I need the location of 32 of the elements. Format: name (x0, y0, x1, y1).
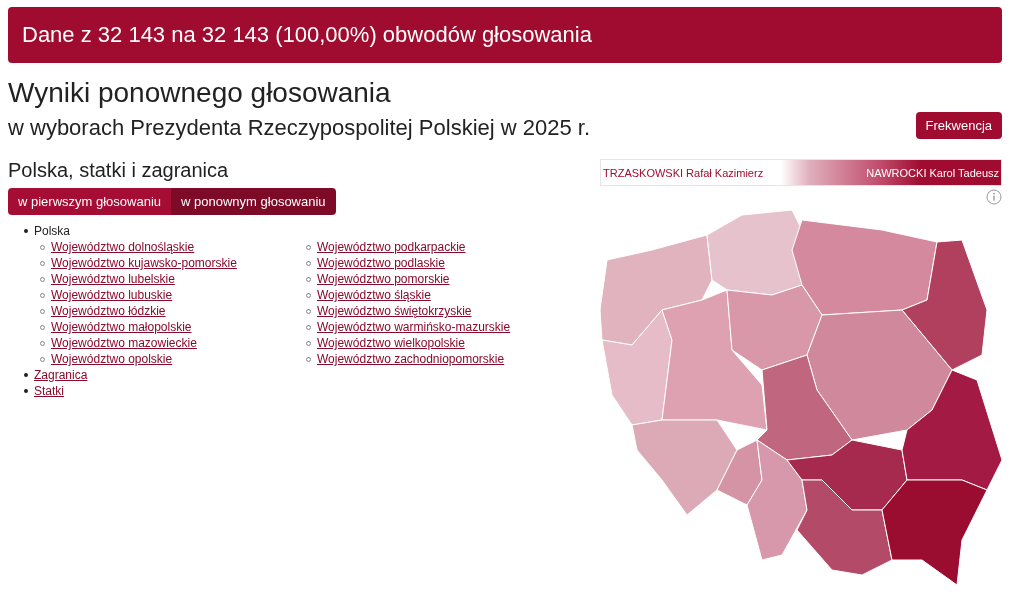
tab[interactable]: w ponownym głosowaniu (171, 188, 336, 215)
section-title: Polska, statki i zagranica (8, 159, 230, 182)
link[interactable]: Województwo opolskie (51, 351, 173, 367)
link[interactable]: Województwo podkarpackie (317, 239, 466, 255)
link[interactable]: Województwo śląskie (317, 287, 431, 303)
link[interactable]: Województwo kujawsko-pomorskie (51, 255, 237, 271)
status-banner: Dane z 32 143 na 32 143 (100,00%) obwodów głosowania (8, 7, 1002, 63)
link[interactable]: Województwo wielkopolskie (317, 335, 465, 351)
info-icon[interactable] (986, 189, 1002, 205)
bullet-icon (24, 373, 28, 377)
link[interactable]: Województwo świętokrzyskie (317, 303, 472, 319)
legend-label: TRZASKOWSKI Rafał Kazimierz (603, 166, 764, 179)
link[interactable]: Województwo lubelskie (51, 271, 175, 287)
link[interactable]: Województwo mazowieckie (51, 335, 197, 351)
link[interactable]: Zagranica (34, 367, 88, 383)
link[interactable]: Województwo łódzkie (51, 303, 166, 319)
bullet-icon (24, 389, 28, 393)
link[interactable]: Województwo lubuskie (51, 287, 173, 303)
tab[interactable]: w pierwszym głosowaniu (8, 188, 172, 215)
link[interactable]: Statki (34, 383, 64, 399)
legend-label: NAWROCKI Karol Tadeusz (866, 166, 999, 179)
link[interactable]: Województwo dolnośląskie (51, 239, 195, 255)
link[interactable]: Województwo podlaskie (317, 255, 445, 271)
page-subtitle: w wyborach Prezydenta Rzeczypospolitej Polskiej w 2025 r. (8, 115, 591, 141)
tree-label: Polska (34, 223, 71, 239)
page-title: Wyniki ponownego głosowania (8, 77, 392, 109)
link[interactable]: Województwo małopolskie (51, 319, 192, 335)
link[interactable]: Województwo zachodniopomorskie (317, 351, 505, 367)
turnout-button[interactable]: Frekwencja (915, 112, 1002, 139)
link[interactable]: Województwo pomorskie (317, 271, 450, 287)
bullet-icon (24, 229, 28, 233)
link[interactable]: Województwo warmińsko-mazurskie (317, 319, 511, 335)
